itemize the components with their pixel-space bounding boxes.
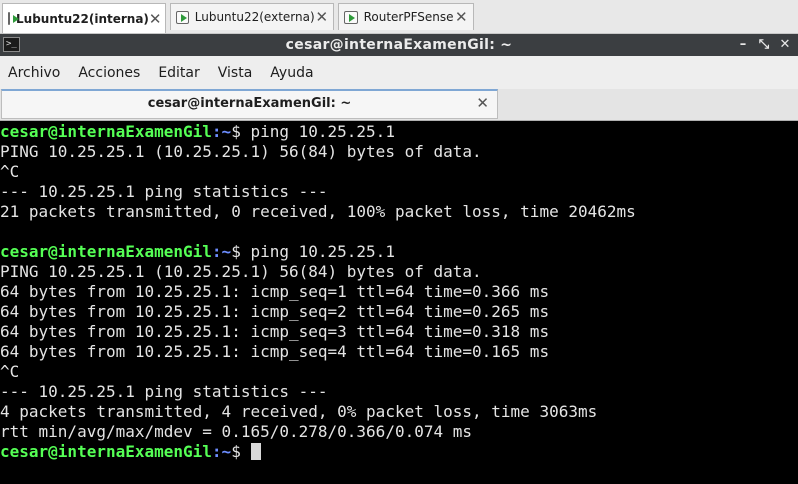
window-titlebar[interactable]: >_ cesar@internaExamenGil: ~ – ⤡ ✕ — [0, 34, 798, 56]
output-line: 4 packets transmitted, 4 received, 0% pa… — [0, 402, 598, 421]
prompt-symbol: $ — [231, 442, 251, 461]
close-icon[interactable]: ✕ — [454, 8, 469, 26]
prompt-path: :~ — [211, 122, 232, 141]
vm-tab-routerpfsense[interactable]: RouterPFSense ✕ — [338, 3, 474, 30]
prompt-user: cesar@internaExamenGil — [0, 442, 212, 461]
vm-tab-bar: Lubuntu22(interna) ✕ Lubuntu22(externa) … — [0, 0, 798, 34]
text-cursor — [251, 443, 262, 460]
output-line: 64 bytes from 10.25.25.1: icmp_seq=2 ttl… — [0, 302, 550, 321]
output-line: 64 bytes from 10.25.25.1: icmp_seq=1 ttl… — [0, 282, 550, 301]
output-line: PING 10.25.25.1 (10.25.25.1) 56(84) byte… — [0, 262, 482, 281]
menu-vista[interactable]: Vista — [210, 65, 261, 81]
terminal-tab-bar: cesar@internaExamenGil: ~ ✕ — [0, 89, 798, 121]
command-text: ping 10.25.25.1 — [250, 242, 395, 261]
close-window-icon[interactable]: ✕ — [774, 34, 796, 56]
prompt-line: cesar@internaExamenGil:~$ ping 10.25.25.… — [0, 242, 798, 262]
terminal-output[interactable]: cesar@internaExamenGil:~$ ping 10.25.25.… — [0, 121, 798, 484]
output-line: rtt min/avg/max/mdev = 0.165/0.278/0.366… — [0, 422, 473, 441]
vm-running-icon — [176, 10, 189, 24]
vm-running-icon — [344, 10, 358, 24]
prompt-line[interactable]: cesar@internaExamenGil:~$ — [0, 442, 798, 462]
prompt-user: cesar@internaExamenGil — [0, 242, 212, 261]
prompt-symbol: $ — [231, 242, 251, 261]
output-line: PING 10.25.25.1 (10.25.25.1) 56(84) byte… — [0, 142, 482, 161]
output-line: 64 bytes from 10.25.25.1: icmp_seq=3 ttl… — [0, 322, 550, 341]
menu-editar[interactable]: Editar — [150, 65, 207, 81]
minimize-icon[interactable]: – — [732, 34, 754, 56]
output-line: 21 packets transmitted, 0 received, 100%… — [0, 202, 636, 221]
close-icon[interactable]: ✕ — [476, 91, 489, 115]
menu-ayuda[interactable]: Ayuda — [262, 65, 321, 81]
command-text: ping 10.25.25.1 — [250, 122, 395, 141]
prompt-path: :~ — [211, 242, 232, 261]
window-title: cesar@internaExamenGil: ~ — [285, 37, 513, 53]
output-line: ^C — [0, 162, 20, 181]
prompt-path: :~ — [211, 442, 232, 461]
vm-tab-label: RouterPFSense — [363, 10, 454, 24]
output-line: 64 bytes from 10.25.25.1: icmp_seq=4 ttl… — [0, 342, 550, 361]
prompt-user: cesar@internaExamenGil — [0, 122, 212, 141]
close-icon[interactable]: ✕ — [315, 8, 329, 26]
prompt-symbol: $ — [231, 122, 251, 141]
vm-tab-lubuntu-externa[interactable]: Lubuntu22(externa) ✕ — [170, 3, 334, 30]
terminal-tab-title: cesar@internaExamenGil: ~ — [147, 96, 352, 111]
vm-tab-label: Lubuntu22(externa) — [194, 10, 315, 24]
output-line: ^C — [0, 362, 20, 381]
maximize-icon[interactable]: ⤡ — [753, 34, 775, 56]
output-line: --- 10.25.25.1 ping statistics --- — [0, 382, 328, 401]
vm-running-icon — [8, 12, 19, 25]
terminal-tab[interactable]: cesar@internaExamenGil: ~ ✕ — [1, 89, 498, 119]
close-icon[interactable]: ✕ — [149, 10, 162, 28]
prompt-line: cesar@internaExamenGil:~$ ping 10.25.25.… — [0, 122, 798, 142]
vm-tab-label: Lubuntu22(interna) — [16, 11, 149, 26]
menu-bar: Archivo Acciones Editar Vista Ayuda — [0, 56, 798, 89]
output-line: --- 10.25.25.1 ping statistics --- — [0, 182, 328, 201]
vm-tab-lubuntu-interna[interactable]: Lubuntu22(interna) ✕ — [2, 3, 166, 33]
menu-acciones[interactable]: Acciones — [70, 65, 148, 81]
menu-archivo[interactable]: Archivo — [0, 65, 68, 81]
